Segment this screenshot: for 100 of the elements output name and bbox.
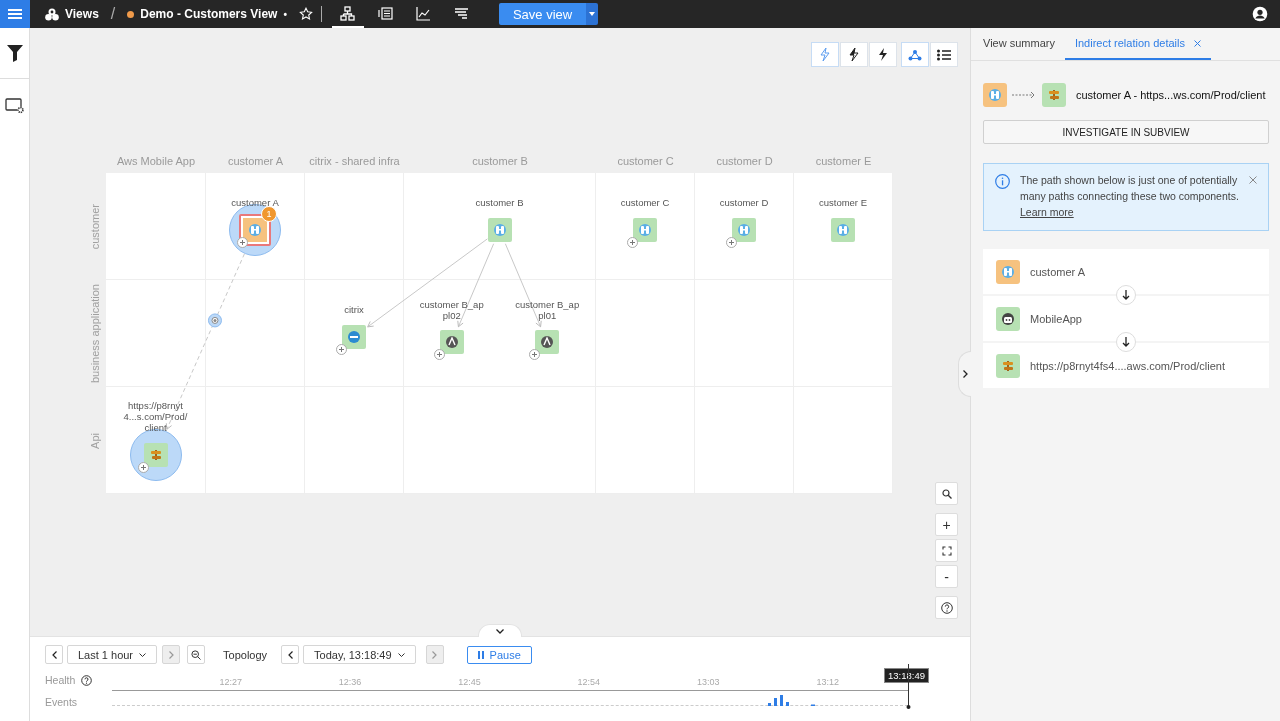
pause-button[interactable]: Pause	[466, 645, 532, 664]
user-icon[interactable]	[1252, 6, 1268, 22]
learn-more-link[interactable]: Learn more	[1020, 206, 1074, 218]
path-label: https://p8rnyt4fs4....aws.com/Prod/client	[1030, 359, 1226, 372]
graph-icon	[908, 48, 922, 61]
path-label: customer A	[1030, 265, 1086, 278]
app-icon	[541, 336, 554, 349]
expand-icon[interactable]	[237, 236, 248, 248]
caret-icon	[397, 652, 405, 657]
service-node[interactable]	[487, 217, 512, 242]
help-icon[interactable]	[81, 674, 93, 686]
signpost-icon	[1048, 88, 1060, 101]
time-tick: 12:54	[576, 677, 602, 689]
time-dropdown[interactable]: Today, 13:18:49	[303, 645, 416, 664]
investigate-button[interactable]: INVESTIGATE IN SUBVIEW	[983, 120, 1269, 144]
row-header: business application	[89, 283, 101, 384]
expand-icon[interactable]	[336, 343, 347, 355]
path-label: MobileApp	[1030, 312, 1082, 325]
save-options-button[interactable]	[586, 3, 599, 25]
path-card[interactable]: MobileApp	[983, 296, 1269, 341]
filter-icon[interactable]	[6, 44, 23, 62]
topology-icon	[340, 5, 356, 21]
status-dot	[127, 10, 135, 18]
path-card[interactable]: https://p8rnyt4fs4....aws.com/Prod/client	[983, 343, 1269, 388]
close-icon[interactable]	[1249, 176, 1257, 184]
panel-tab[interactable]: View summary	[973, 28, 1065, 60]
search-button[interactable]	[935, 482, 958, 505]
previous-button[interactable]	[281, 645, 300, 664]
chevron-down-icon	[496, 628, 504, 634]
time-tick: 13:03	[696, 677, 721, 689]
breadcrumb-separator: /	[110, 5, 116, 23]
service-node[interactable]	[342, 324, 366, 349]
expand-icon[interactable]	[726, 236, 737, 248]
path-card[interactable]: customer A	[983, 249, 1269, 294]
robot-icon	[1002, 312, 1014, 325]
column-header: citrix - shared infra	[308, 155, 401, 167]
help-button[interactable]	[935, 596, 958, 619]
unsaved-mark: •	[283, 8, 287, 20]
fit-screen-icon	[941, 545, 952, 556]
service-node[interactable]	[732, 217, 756, 242]
chevron-icon	[51, 650, 57, 659]
service-node[interactable]	[831, 217, 855, 242]
collapse-tab[interactable]	[478, 624, 522, 637]
views-icon	[45, 7, 59, 21]
expand-icon[interactable]	[627, 236, 638, 248]
node-label: citrix	[344, 305, 364, 316]
service-node[interactable]	[439, 330, 464, 355]
severity-filter-button[interactable]	[869, 42, 897, 67]
expand-icon[interactable]	[433, 349, 445, 361]
breadcrumb-link[interactable]: Views	[65, 7, 99, 21]
service-node[interactable]	[535, 330, 560, 355]
collapse-handle[interactable]	[958, 351, 971, 397]
mode-label: Topology	[223, 648, 268, 661]
star-icon[interactable]	[298, 7, 313, 21]
time-tick: 12:36	[337, 677, 363, 689]
row-header: Api	[89, 432, 101, 449]
list-icon	[378, 5, 394, 21]
node-label: customer E	[818, 198, 867, 209]
node-label: customer B_appl02	[418, 299, 485, 322]
signpost-icon	[149, 448, 162, 461]
column-header: customer C	[616, 155, 675, 167]
node-label: customer D	[719, 198, 769, 209]
pause-icon	[477, 650, 484, 659]
health-label: Health	[45, 674, 76, 686]
column-header: customer A	[227, 155, 284, 167]
fit-button[interactable]	[935, 539, 958, 562]
info-icon	[995, 174, 1010, 189]
panel-tab[interactable]: Indirect relation details	[1064, 28, 1211, 60]
people-icon	[837, 223, 849, 236]
expand-icon[interactable]	[529, 349, 541, 361]
chevron-icon	[432, 650, 438, 659]
time-range-dropdown[interactable]: Last 1 hour	[67, 645, 158, 664]
column-header: customer D	[715, 155, 774, 167]
event-bars-drawing	[768, 695, 818, 706]
row-header: customer	[89, 203, 101, 250]
info-message: The path shown below is just one of potentially many paths connecting these two components.	[1020, 174, 1239, 202]
events-label: Events	[45, 696, 78, 708]
close-icon[interactable]	[1194, 39, 1201, 47]
time-tick: 12:45	[457, 677, 482, 689]
severity-filter-button[interactable]	[840, 42, 868, 67]
layout-button[interactable]	[901, 42, 929, 67]
column-header: customer B	[471, 155, 529, 167]
layout-button[interactable]	[930, 42, 958, 67]
service-node[interactable]	[633, 217, 657, 242]
signpost-icon	[1002, 359, 1014, 372]
zoom-in-button[interactable]: +	[935, 513, 958, 536]
chevron-icon	[168, 650, 174, 659]
screen-settings-icon[interactable]	[4, 98, 25, 114]
previous-button[interactable]	[45, 645, 63, 664]
zoom-out-button[interactable]	[187, 645, 206, 664]
node-label: customer C	[620, 198, 670, 209]
app-icon	[445, 336, 458, 349]
people-icon	[639, 223, 651, 236]
chevron-icon	[287, 650, 293, 659]
zoom-out-icon	[191, 649, 202, 660]
zoom-out-button[interactable]: -	[935, 565, 958, 588]
edge-midpoint-icon[interactable]	[207, 313, 222, 328]
menu-button[interactable]	[0, 0, 30, 28]
expand-icon[interactable]	[137, 461, 149, 473]
list-icon	[937, 48, 951, 61]
